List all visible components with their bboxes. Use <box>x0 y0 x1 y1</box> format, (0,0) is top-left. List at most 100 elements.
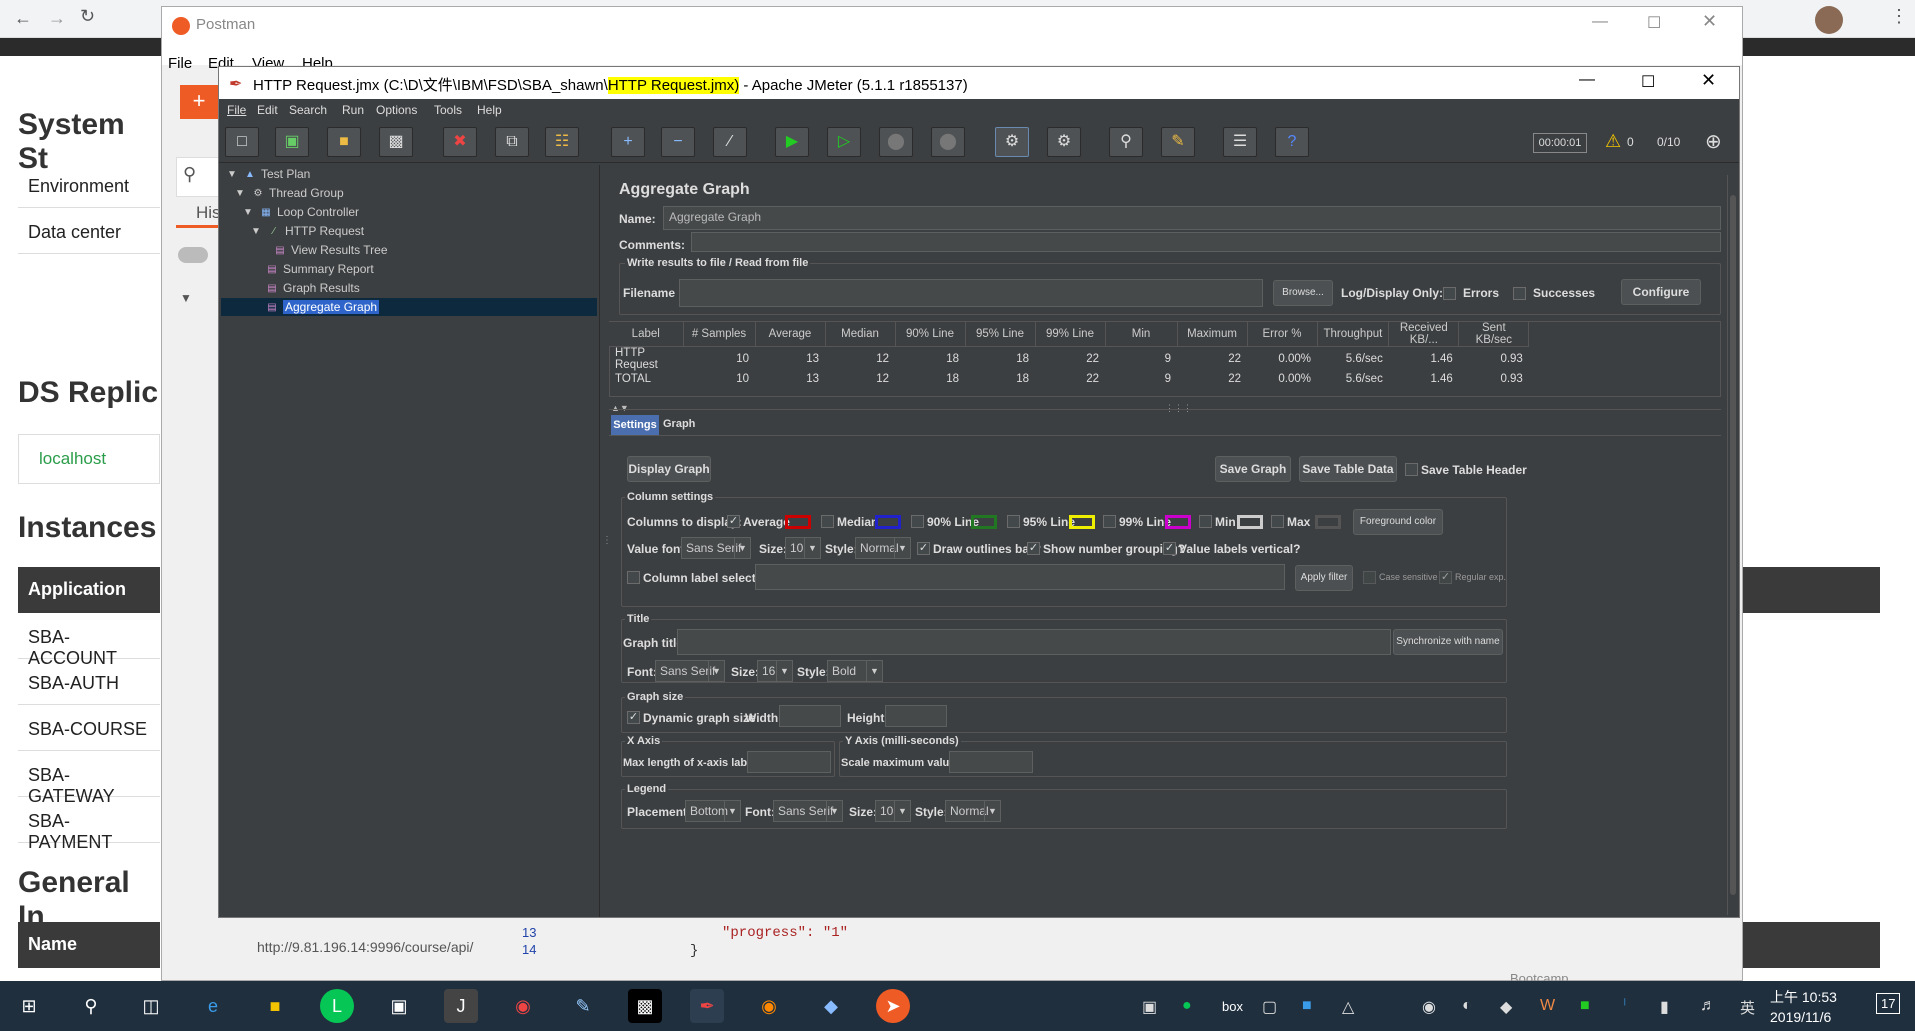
line95-color-swatch[interactable] <box>1069 515 1095 529</box>
warning-icon[interactable]: ⚠ <box>1605 131 1621 152</box>
average-color-swatch[interactable] <box>785 515 811 529</box>
toggle-icon[interactable]: ∕ <box>713 127 747 157</box>
vertical-scrollbar[interactable] <box>1727 175 1737 915</box>
configure-button[interactable]: Configure <box>1621 279 1701 305</box>
stop-icon[interactable]: ⬤ <box>879 127 913 157</box>
start-no-pauses-icon[interactable]: ▷ <box>827 127 861 157</box>
help-icon[interactable]: ? <box>1275 127 1309 157</box>
tray-icon[interactable]: ◐ <box>1462 997 1472 1015</box>
browse-button[interactable]: Browse... <box>1273 280 1333 306</box>
notification-badge[interactable]: 17 <box>1876 993 1901 1014</box>
case-sensitive-checkbox[interactable] <box>1363 571 1376 584</box>
table-row[interactable]: HTTP Request 10 13 12 18 18 22 9 22 0.00% 5.6/sec 1… <box>609 347 1529 371</box>
volume-icon[interactable]: ♬ <box>1700 997 1716 1015</box>
tab-settings[interactable]: Settings <box>611 415 659 435</box>
new-icon[interactable]: □ <box>225 127 259 157</box>
tab-graph[interactable]: Graph <box>663 418 695 430</box>
legend-style-select[interactable]: Normal ▼ <box>945 800 1001 822</box>
table-header-cell[interactable]: Maximum <box>1177 322 1248 347</box>
results-table[interactable]: Label # Samples Average Median 90% Line 95% L… <box>609 322 1530 387</box>
table-header-cell[interactable]: 99% Line <box>1035 322 1106 347</box>
tree-node-thread-group[interactable]: ▼ ⚙ Thread Group <box>233 184 344 202</box>
app-row[interactable]: SBA-ACCOUNT <box>18 613 160 668</box>
sync-name-button[interactable]: Synchronize with name <box>1393 629 1503 655</box>
tray-box-label[interactable]: box <box>1222 999 1243 1014</box>
menu-options[interactable]: Options <box>376 103 417 117</box>
app-row[interactable]: SBA-GATEWAY <box>18 751 160 806</box>
tree-node-view-results-tree[interactable]: ▤ View Results Tree <box>273 241 387 259</box>
search-icon[interactable]: ⚲ <box>74 989 108 1023</box>
table-header-cell[interactable]: 90% Line <box>895 322 966 347</box>
name-input[interactable]: Aggregate Graph <box>663 206 1721 230</box>
successes-checkbox[interactable] <box>1513 287 1526 300</box>
function-helper-icon[interactable]: ☰ <box>1223 127 1257 157</box>
line90-checkbox[interactable] <box>911 515 924 528</box>
tray-icon[interactable]: ▢ <box>1262 997 1277 1017</box>
bluetooth-icon[interactable]: ᛌ <box>1620 997 1630 1015</box>
toggle-switch[interactable] <box>178 247 208 263</box>
tree-node-http-request[interactable]: ▼ ∕ HTTP Request <box>249 222 364 240</box>
localhost-link[interactable]: localhost <box>18 434 160 484</box>
line99-color-swatch[interactable] <box>1165 515 1191 529</box>
filename-input[interactable] <box>679 279 1263 307</box>
docker-icon[interactable]: △ <box>1342 997 1354 1017</box>
value-font-select[interactable]: Sans Serif ▼ <box>681 537 751 559</box>
median-color-swatch[interactable] <box>875 515 901 529</box>
clear-all-icon[interactable]: ⚙ <box>1047 127 1081 157</box>
search-icon[interactable]: ⚲ <box>1109 127 1143 157</box>
split-arrows-icon[interactable]: ▲▼ <box>611 403 629 413</box>
show-grouping-checkbox[interactable]: ✓ <box>1027 542 1040 555</box>
title-style-select[interactable]: Bold ▼ <box>827 660 883 682</box>
edge-icon[interactable]: e <box>196 989 230 1023</box>
vpn-icon[interactable]: ◆ <box>814 989 848 1023</box>
back-icon[interactable]: ← <box>14 8 32 29</box>
maximize-icon[interactable]: ☐ <box>1647 13 1661 33</box>
close-icon[interactable]: ✕ <box>1701 70 1716 91</box>
menu-tools[interactable]: Tools <box>434 103 462 117</box>
regular-exp-checkbox[interactable]: ✓ <box>1439 571 1452 584</box>
table-header-cell[interactable]: Error % <box>1247 322 1318 347</box>
scale-max-input[interactable] <box>949 751 1033 773</box>
copy-icon[interactable]: ⧉ <box>495 127 529 157</box>
save-table-data-button[interactable]: Save Table Data <box>1299 456 1397 482</box>
shield-icon[interactable]: ◆ <box>1500 997 1512 1017</box>
tree-node-summary-report[interactable]: ▤ Summary Report <box>265 260 373 278</box>
median-checkbox[interactable] <box>821 515 834 528</box>
ime-indicator[interactable]: 英 <box>1740 997 1755 1018</box>
new-button[interactable]: + <box>180 85 218 119</box>
title-size-select[interactable]: 16 ▼ <box>757 660 793 682</box>
table-header-cell[interactable]: 95% Line <box>965 322 1036 347</box>
table-header-cell[interactable]: Label <box>609 322 684 347</box>
collapse-icon[interactable]: − <box>661 127 695 157</box>
table-header-cell[interactable]: Received KB/... <box>1388 322 1460 347</box>
value-size-select[interactable]: 10 ▼ <box>785 537 821 559</box>
tray-line-icon[interactable]: ● <box>1182 997 1192 1015</box>
firefox-icon[interactable]: ◉ <box>752 989 786 1023</box>
app-row[interactable]: SBA-COURSE <box>18 705 160 751</box>
store-icon[interactable]: ▣ <box>382 989 416 1023</box>
scrollbar-thumb[interactable] <box>1730 195 1736 895</box>
postman-icon[interactable]: ➤ <box>876 989 910 1023</box>
max-checkbox[interactable] <box>1271 515 1284 528</box>
minimize-icon[interactable]: — <box>1579 71 1595 89</box>
table-header-cell[interactable]: Throughput <box>1317 322 1390 347</box>
reload-icon[interactable]: ↻ <box>80 6 95 27</box>
menu-file[interactable]: File <box>168 55 192 72</box>
intellij-icon[interactable]: J <box>444 989 478 1023</box>
app-row[interactable]: SBA-AUTH <box>18 659 160 705</box>
menu-run[interactable]: Run <box>342 103 364 117</box>
clear-icon[interactable]: ⚙ <box>995 127 1029 157</box>
legend-font-select[interactable]: Sans Serif ▼ <box>773 800 843 822</box>
menu-search[interactable]: Search <box>289 103 327 117</box>
table-header-cell[interactable]: Min <box>1105 322 1178 347</box>
min-checkbox[interactable] <box>1199 515 1212 528</box>
app-row[interactable]: SBA-PAYMENT <box>18 797 160 852</box>
foreground-color-button[interactable]: Foreground color <box>1353 509 1443 535</box>
terminal-icon[interactable]: ▩ <box>628 989 662 1023</box>
menu-edit[interactable]: Edit <box>257 103 278 117</box>
min-color-swatch[interactable] <box>1237 515 1263 529</box>
cut-icon[interactable]: ✖ <box>443 127 477 157</box>
windows-start-icon[interactable]: ⊞ <box>12 989 46 1023</box>
menu-icon[interactable]: ⋮ <box>1890 6 1908 27</box>
line90-color-swatch[interactable] <box>971 515 997 529</box>
